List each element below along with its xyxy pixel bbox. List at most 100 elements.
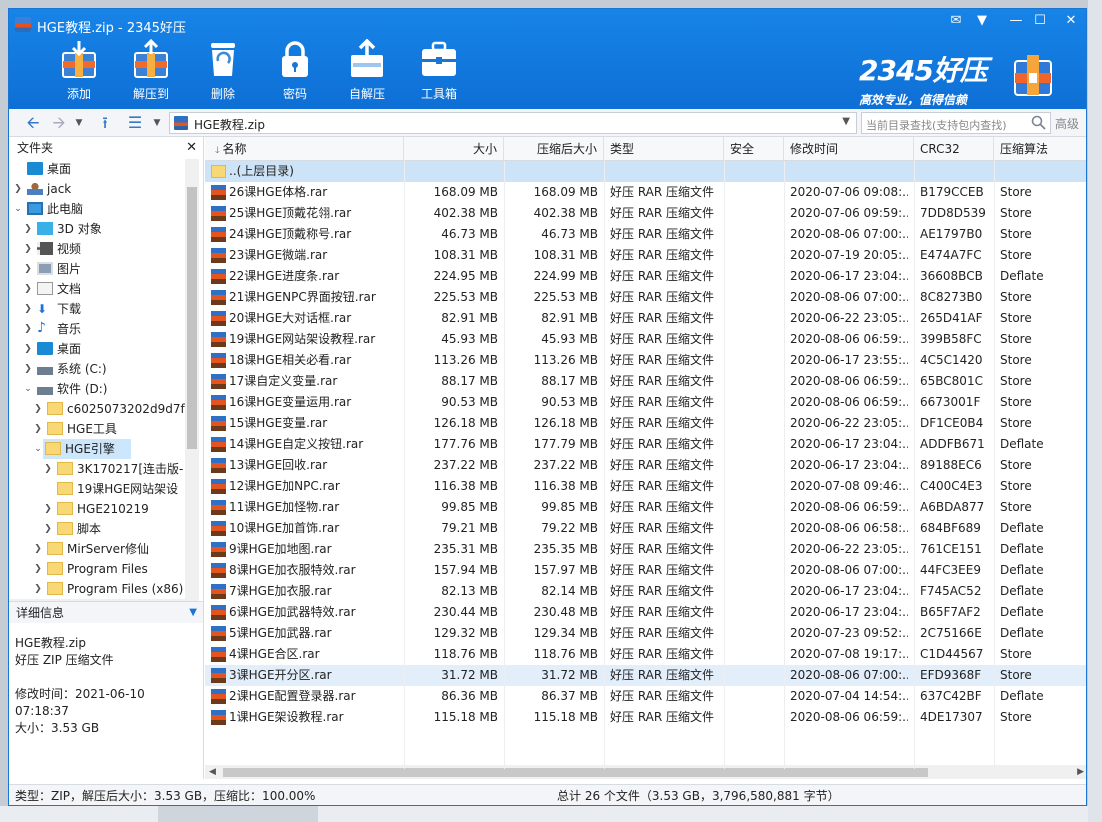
file-row[interactable]: 5课HGE加武器.rar 129.32 MB 129.34 MB 好压 RAR 压缩文… <box>205 623 1086 644</box>
expand-arrow-icon[interactable]: ❯ <box>33 559 43 579</box>
expand-arrow-icon[interactable]: ❯ <box>33 419 43 439</box>
advanced-search-button[interactable]: 高级 <box>1055 115 1079 132</box>
file-row[interactable]: 24课HGE顶戴称号.rar 46.73 MB 46.73 MB 好压 RAR 压缩文… <box>205 224 1086 245</box>
collapse-arrow-icon[interactable]: ⌄ <box>23 379 33 399</box>
tree-item[interactable]: ❯ 桌面 <box>9 339 185 359</box>
tree-item[interactable]: ❯ jack <box>9 179 185 199</box>
tree-item[interactable]: ⌄ 软件 (D:) <box>9 379 185 399</box>
file-row[interactable]: 1课HGE架设教程.rar 115.18 MB 115.18 MB 好压 RAR 压缩… <box>205 707 1086 728</box>
tree-item[interactable]: ❯ 图片 <box>9 259 185 279</box>
expand-arrow-icon[interactable]: ❯ <box>23 239 33 259</box>
expand-arrow-icon[interactable]: ❯ <box>23 279 33 299</box>
tree-item[interactable]: ❯ 3D 对象 <box>9 219 185 239</box>
file-row[interactable]: 7课HGE加衣服.rar 82.13 MB 82.14 MB 好压 RAR 压缩文件 2… <box>205 581 1086 602</box>
toolbar-button-self-extract[interactable]: 自解压 <box>331 38 403 103</box>
search-icon[interactable] <box>1031 115 1046 130</box>
file-row[interactable]: 12课HGE加NPC.rar 116.38 MB 116.38 MB 好压 RAR 压… <box>205 476 1086 497</box>
file-row[interactable]: 15课HGE变量.rar 126.18 MB 126.18 MB 好压 RAR 压缩文… <box>205 413 1086 434</box>
scroll-thumb[interactable] <box>187 187 197 449</box>
file-row[interactable]: 26课HGE体格.rar 168.09 MB 168.09 MB 好压 RAR 压缩文… <box>205 182 1086 203</box>
path-dropdown-icon[interactable]: ▼ <box>842 116 850 127</box>
file-row[interactable]: 10课HGE加首饰.rar 79.21 MB 79.22 MB 好压 RAR 压缩文件… <box>205 518 1086 539</box>
collapse-arrow-icon[interactable]: ⌄ <box>13 199 23 219</box>
scroll-thumb[interactable] <box>223 768 928 777</box>
expand-arrow-icon[interactable]: ❯ <box>33 579 43 599</box>
expand-arrow-icon[interactable]: ❯ <box>23 339 33 359</box>
file-row[interactable]: 11课HGE加怪物.rar 99.85 MB 99.85 MB 好压 RAR 压缩文件… <box>205 497 1086 518</box>
tree-item[interactable]: ⌄ 此电脑 <box>9 199 185 219</box>
tree-item[interactable]: ❯ 3K170217[连击版- <box>9 459 185 479</box>
column-header-1[interactable]: 大小 <box>404 137 504 161</box>
history-dropdown-icon[interactable]: ▼ <box>73 113 85 133</box>
column-header-7[interactable]: 压缩算法 <box>994 137 1086 161</box>
file-row[interactable]: 22课HGE进度条.rar 224.95 MB 224.99 MB 好压 RAR 压缩… <box>205 266 1086 287</box>
expand-arrow-icon[interactable]: ❯ <box>43 459 53 479</box>
expand-arrow-icon[interactable]: ❯ <box>23 359 33 379</box>
expand-arrow-icon[interactable]: ❯ <box>13 179 23 199</box>
search-input[interactable]: 当前目录查找(支持包内查找) <box>861 112 1051 134</box>
expand-arrow-icon[interactable]: ❯ <box>33 399 43 419</box>
detail-panel-header[interactable]: 详细信息 ▼ <box>9 601 203 623</box>
file-row[interactable]: 19课HGE网站架设教程.rar 45.93 MB 45.93 MB 好压 RAR 压… <box>205 329 1086 350</box>
column-header-5[interactable]: 修改时间 <box>784 137 914 161</box>
file-list-horizontal-scrollbar[interactable]: ◀ ▶ <box>205 765 1086 779</box>
expand-arrow-icon[interactable]: ❯ <box>43 519 53 539</box>
expand-arrow-icon[interactable]: ❯ <box>23 219 33 239</box>
expand-arrow-icon[interactable]: ❯ <box>23 259 33 279</box>
up-folder-button[interactable]: ⭱ <box>95 113 115 133</box>
tree-item[interactable]: ❯ 系统 (C:) <box>9 359 185 379</box>
tree-item[interactable]: ❯ c6025073202d9d7f9 <box>9 399 185 419</box>
maximize-button[interactable]: ☐ <box>1029 12 1051 30</box>
tree-item[interactable]: ⌄ HGE引擎 <box>34 439 131 459</box>
view-dropdown-icon[interactable]: ▼ <box>151 113 163 133</box>
file-row[interactable]: 25课HGE顶戴花翎.rar 402.38 MB 402.38 MB 好压 RAR 压… <box>205 203 1086 224</box>
file-row[interactable]: 2课HGE配置登录器.rar 86.36 MB 86.37 MB 好压 RAR 压缩文… <box>205 686 1086 707</box>
menu-dropdown-icon[interactable]: ▼ <box>971 12 993 30</box>
file-row[interactable]: 17课自定义变量.rar 88.17 MB 88.17 MB 好压 RAR 压缩文件 2… <box>205 371 1086 392</box>
tree-item[interactable]: ❯ HGE210219 <box>9 499 185 519</box>
tree-item[interactable]: ❯ Program Files (x86) <box>9 579 185 599</box>
expand-arrow-icon[interactable]: ❯ <box>23 299 33 319</box>
tree-vertical-scrollbar[interactable] <box>185 159 199 599</box>
toolbar-button-add[interactable]: 添加 <box>43 39 115 103</box>
file-row[interactable]: 16课HGE变量运用.rar 90.53 MB 90.53 MB 好压 RAR 压缩文… <box>205 392 1086 413</box>
tree-item[interactable]: ❯ 文档 <box>9 279 185 299</box>
view-mode-button[interactable]: ☰ <box>125 113 145 133</box>
file-row[interactable]: 18课HGE相关必看.rar 113.26 MB 113.26 MB 好压 RAR 压… <box>205 350 1086 371</box>
file-row[interactable]: 23课HGE微端.rar 108.31 MB 108.31 MB 好压 RAR 压缩文… <box>205 245 1086 266</box>
file-row[interactable]: 13课HGE回收.rar 237.22 MB 237.22 MB 好压 RAR 压缩文… <box>205 455 1086 476</box>
path-field[interactable]: HGE教程.zip ▼ <box>169 112 857 134</box>
tree-item[interactable]: ❯ HGE工具 <box>9 419 185 439</box>
file-row[interactable]: 20课HGE大对话框.rar 82.91 MB 82.91 MB 好压 RAR 压缩文… <box>205 308 1086 329</box>
collapse-arrow-icon[interactable]: ⌄ <box>33 439 43 459</box>
file-row[interactable]: 21课HGENPC界面按钮.rar 225.53 MB 225.53 MB 好压 RA… <box>205 287 1086 308</box>
close-panel-icon[interactable]: ✕ <box>186 137 197 159</box>
tree-item[interactable]: 19课HGE网站架设 <box>9 479 185 499</box>
toolbar-button-lock[interactable]: 密码 <box>259 39 331 103</box>
column-header-2[interactable]: 压缩后大小 <box>504 137 604 161</box>
minimize-button[interactable]: — <box>1005 12 1027 30</box>
collapse-icon[interactable]: ▼ <box>189 602 197 624</box>
tree-item[interactable]: 桌面 <box>9 159 185 179</box>
column-header-3[interactable]: 类型 <box>604 137 724 161</box>
tree-item[interactable]: ❯ Program Files <box>9 559 185 579</box>
expand-arrow-icon[interactable]: ❯ <box>23 319 33 339</box>
file-row[interactable]: 4课HGE合区.rar 118.76 MB 118.76 MB 好压 RAR 压缩文件… <box>205 644 1086 665</box>
parent-folder-row[interactable]: ..(上层目录) <box>205 161 1086 182</box>
toolbar-button-trash[interactable]: 删除 <box>187 39 259 103</box>
column-header-4[interactable]: 安全 <box>724 137 784 161</box>
tree-item[interactable]: ❯ MirServer修仙 <box>9 539 185 559</box>
toolbar-button-toolbox[interactable]: 工具箱 <box>403 39 475 103</box>
column-header-6[interactable]: CRC32 <box>914 137 994 161</box>
forward-button[interactable]: 🡪 <box>49 113 69 133</box>
toolbar-button-extract[interactable]: 解压到 <box>115 38 187 103</box>
scroll-left-icon[interactable]: ◀ <box>209 765 216 779</box>
expand-arrow-icon[interactable]: ❯ <box>33 539 43 559</box>
tree-item[interactable]: ❯ 视频 <box>9 239 185 259</box>
file-row[interactable]: 6课HGE加武器特效.rar 230.44 MB 230.48 MB 好压 RAR 压… <box>205 602 1086 623</box>
scroll-right-icon[interactable]: ▶ <box>1077 765 1084 779</box>
feedback-icon[interactable]: ✉ <box>945 12 967 30</box>
close-button[interactable]: ✕ <box>1060 12 1082 30</box>
tree-item[interactable]: ❯ 脚本 <box>9 519 185 539</box>
file-row[interactable]: 3课HGE开分区.rar 31.72 MB 31.72 MB 好压 RAR 压缩文件 2… <box>205 665 1086 686</box>
